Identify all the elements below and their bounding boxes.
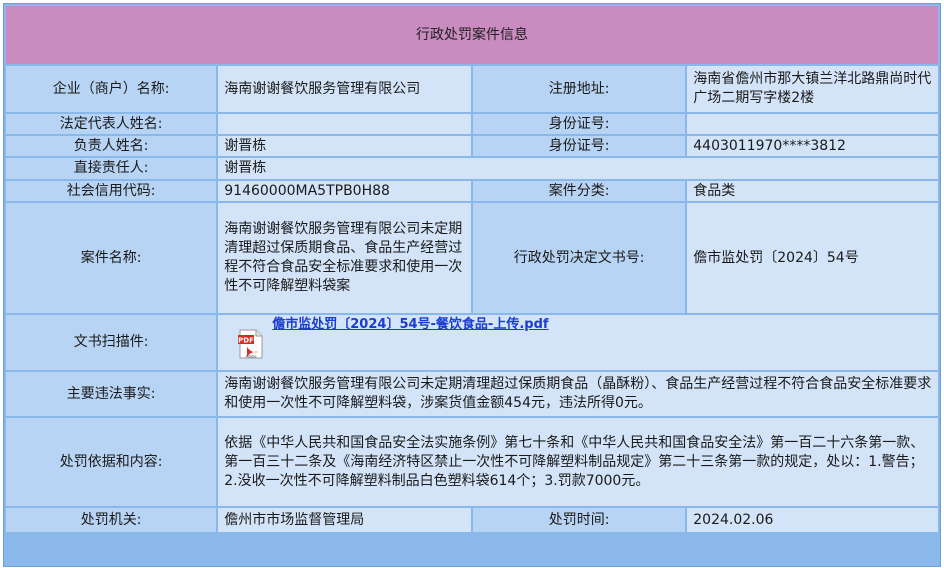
- direct-value: 谢晋栋: [218, 158, 938, 179]
- address-value: 海南省儋州市那大镇兰洋北路鼎尚时代广场二期写字楼2楼: [687, 66, 938, 112]
- id-label-2: 身份证号:: [472, 136, 686, 156]
- authority-label: 处罚机关:: [6, 508, 217, 532]
- pdf-icon-subtext: Adobe: [246, 355, 257, 359]
- category-label: 案件分类:: [472, 181, 686, 201]
- pdf-file-icon[interactable]: PDF Adobe: [238, 329, 264, 359]
- category-value: 食品类: [687, 181, 938, 201]
- date-value: 2024.02.06: [687, 508, 938, 532]
- basis-value: 依据《中华人民共和国食品安全法实施条例》第七十条和《中华人民共和国食品安全法》第…: [218, 418, 938, 506]
- case-info-table: 行政处罚案件信息 企业（商户）名称: 海南谢谢餐饮服务管理有限公司 注册地址: …: [4, 4, 940, 534]
- date-label: 处罚时间:: [472, 508, 686, 532]
- address-label: 注册地址:: [472, 66, 686, 112]
- legal-rep-label: 法定代表人姓名:: [6, 114, 217, 134]
- basis-label: 处罚依据和内容:: [6, 418, 217, 506]
- id-value-1: [687, 114, 938, 134]
- direct-label: 直接责任人:: [6, 158, 217, 179]
- decision-value: 儋市监处罚〔2024〕54号: [687, 203, 938, 313]
- id-label-1: 身份证号:: [472, 114, 686, 134]
- facts-label: 主要违法事实:: [6, 372, 217, 416]
- scan-cell: PDF Adobe 儋市监处罚〔2024〕54号-餐饮食品-上传.pdf: [218, 315, 938, 370]
- id-value-2: 4403011970****3812: [687, 136, 938, 156]
- company-value: 海南谢谢餐饮服务管理有限公司: [218, 66, 471, 112]
- scan-label: 文书扫描件:: [6, 315, 217, 370]
- pdf-download-link[interactable]: 儋市监处罚〔2024〕54号-餐饮食品-上传.pdf: [272, 315, 548, 334]
- responsible-value: 谢晋栋: [218, 136, 471, 156]
- company-label: 企业（商户）名称:: [6, 66, 217, 112]
- info-panel: 行政处罚案件信息 企业（商户）名称: 海南谢谢餐饮服务管理有限公司 注册地址: …: [3, 3, 941, 567]
- case-name-label: 案件名称:: [6, 203, 217, 313]
- decision-label: 行政处罚决定文书号:: [472, 203, 686, 313]
- page-title: 行政处罚案件信息: [6, 6, 938, 64]
- pdf-icon-text: PDF: [238, 337, 254, 345]
- credit-label: 社会信用代码:: [6, 181, 217, 201]
- case-name-value: 海南谢谢餐饮服务管理有限公司未定期清理超过保质期食品、食品生产经营过程不符合食品…: [218, 203, 471, 313]
- responsible-label: 负责人姓名:: [6, 136, 217, 156]
- facts-value: 海南谢谢餐饮服务管理有限公司未定期清理超过保质期食品（晶酥粉）、食品生产经营过程…: [218, 372, 938, 416]
- legal-rep-value: [218, 114, 471, 134]
- authority-value: 儋州市市场监督管理局: [218, 508, 471, 532]
- credit-value: 91460000MA5TPB0H88: [218, 181, 471, 201]
